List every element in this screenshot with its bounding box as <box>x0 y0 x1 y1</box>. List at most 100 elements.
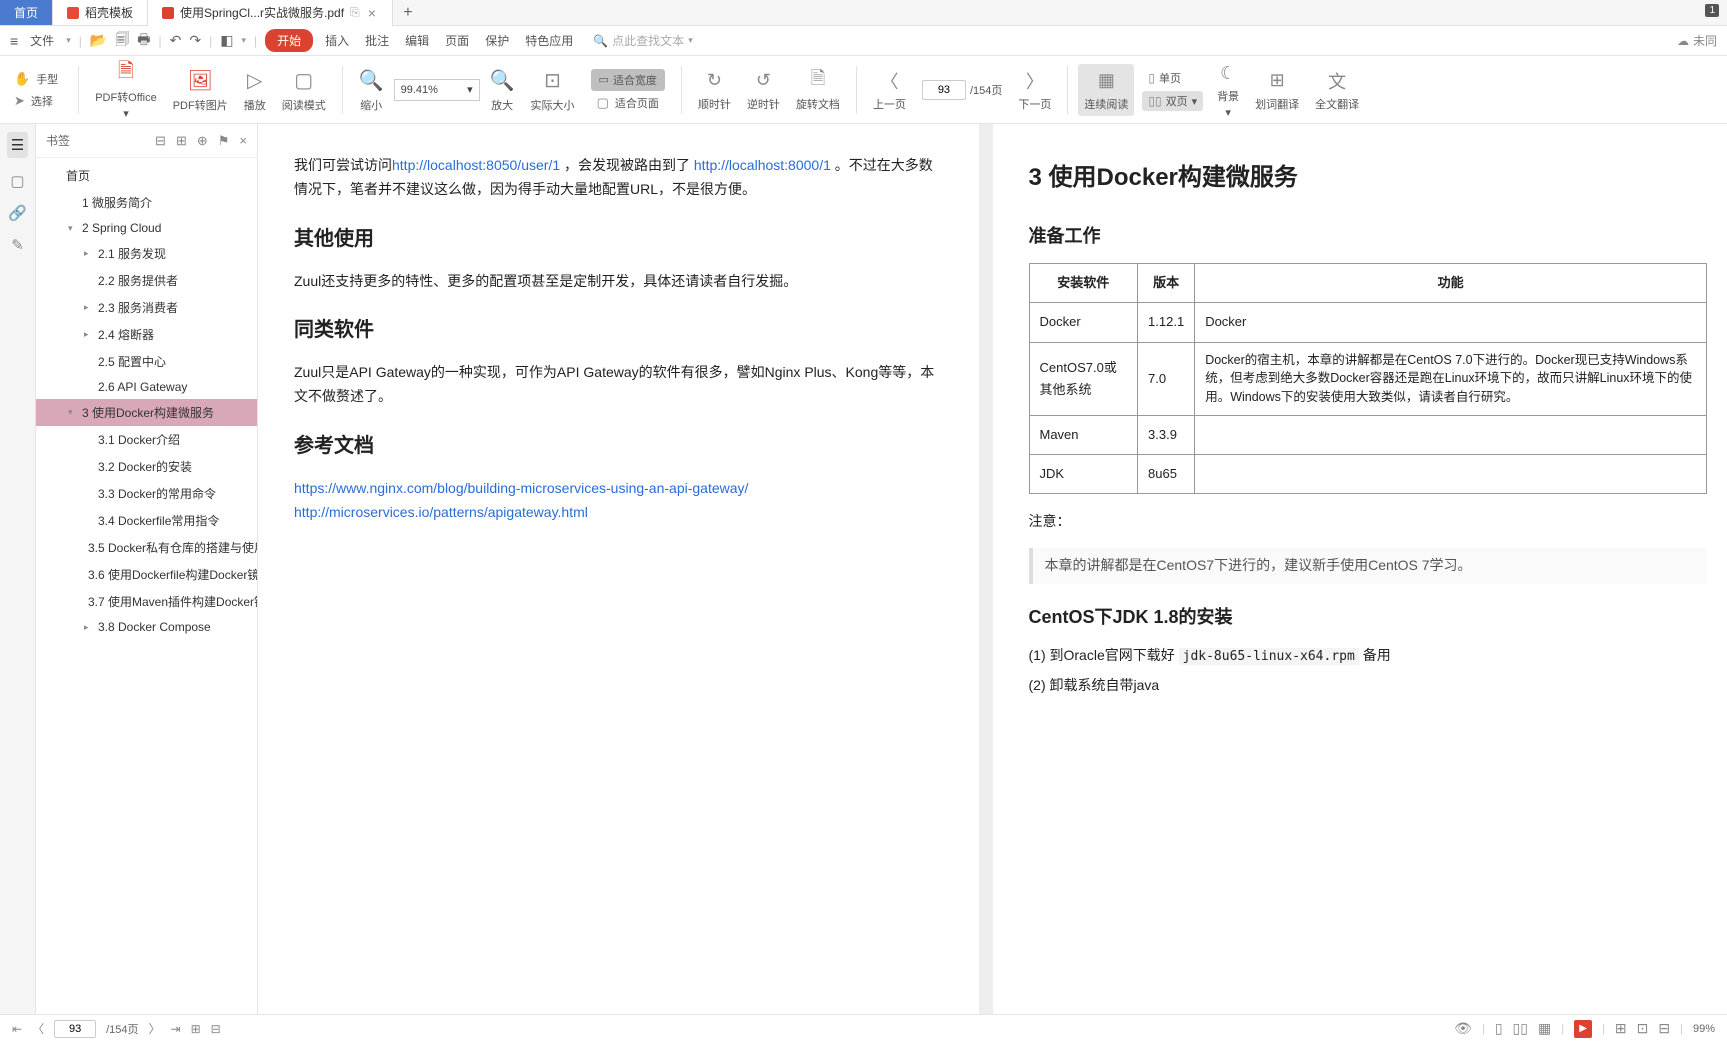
redo-icon[interactable]: ↷ <box>189 32 201 49</box>
misc-icon[interactable]: ◧ <box>220 32 233 49</box>
background[interactable]: ☾背景▾ <box>1211 60 1245 119</box>
hand-icon: ✋ <box>14 71 30 87</box>
cloud-sync[interactable]: ☁ 未同 <box>1677 32 1717 49</box>
bookmark-item[interactable]: 3.7 使用Maven插件构建Docker镜像 <box>36 588 257 615</box>
prev-page-icon[interactable]: 〈 <box>32 1020 44 1037</box>
double-page[interactable]: ▯▯双页▾ <box>1142 91 1203 111</box>
status-page-input[interactable] <box>54 1020 96 1038</box>
tab-pin-icon[interactable]: ⎘ <box>350 5 360 20</box>
close-icon[interactable]: × <box>366 5 378 21</box>
comments-icon[interactable]: ✎ <box>11 236 24 254</box>
add-bookmark-icon[interactable]: ⊕ <box>197 133 208 149</box>
layout-c-icon[interactable]: ⊟ <box>1658 1020 1670 1037</box>
menu-special[interactable]: 特色应用 <box>521 32 577 49</box>
bookmark-item[interactable]: ▸2.3 服务消费者 <box>36 294 257 321</box>
last-page-icon[interactable]: ⇥ <box>171 1022 181 1036</box>
layout-a-icon[interactable]: ⊞ <box>1615 1020 1627 1037</box>
menu-insert[interactable]: 插入 <box>321 32 353 49</box>
open-icon[interactable]: 📂 <box>90 32 107 49</box>
rotate-doc[interactable]: 🗎旋转文档 <box>790 68 846 112</box>
start-button[interactable]: 开始 <box>265 29 313 52</box>
menu-protect[interactable]: 保护 <box>481 32 513 49</box>
bookmark-item[interactable]: ▸2.4 熔断器 <box>36 321 257 348</box>
bookmark-item[interactable]: ▾2 Spring Cloud <box>36 216 257 240</box>
menu-edit[interactable]: 编辑 <box>401 32 433 49</box>
hamburger-icon[interactable]: ≡ <box>10 33 18 49</box>
select-tool[interactable]: ➤选择 <box>14 93 53 109</box>
rotate-ccw[interactable]: ↺逆时针 <box>741 68 786 112</box>
search-box[interactable]: 🔍 点此查找文本 ▾ <box>593 32 693 49</box>
bookmark-item[interactable]: 首页 <box>36 162 257 189</box>
bookmark-item[interactable]: 3.2 Docker的安装 <box>36 453 257 480</box>
expand-icon[interactable]: ⊞ <box>176 133 187 149</box>
bookmark-item[interactable]: 2.2 服务提供者 <box>36 267 257 294</box>
bookmark-item[interactable]: 2.6 API Gateway <box>36 375 257 399</box>
view-mode-3-icon[interactable]: ▦ <box>1538 1020 1551 1037</box>
bookmark-label: 3.6 使用Dockerfile构建Docker镜像 <box>88 566 257 583</box>
undo-icon[interactable]: ↶ <box>170 32 182 49</box>
document-viewport[interactable]: 我们可尝试访问http://localhost:8050/user/1 ，会发现… <box>258 124 1727 1014</box>
bookmark-item[interactable]: ▸2.1 服务发现 <box>36 240 257 267</box>
single-page[interactable]: ▯单页 <box>1142 68 1203 88</box>
rotate-cw[interactable]: ↻顺时针 <box>692 68 737 112</box>
bookmark-item[interactable]: 3.6 使用Dockerfile构建Docker镜像 <box>36 561 257 588</box>
bookmark-item[interactable]: 2.5 配置中心 <box>36 348 257 375</box>
link[interactable]: https://www.nginx.com/blog/building-micr… <box>294 480 748 496</box>
eye-icon[interactable]: 👁 <box>1454 1020 1472 1037</box>
notification-badge[interactable]: 1 <box>1705 4 1719 17</box>
bookmark-item[interactable]: 3.1 Docker介绍 <box>36 426 257 453</box>
read-mode[interactable]: ▢阅读模式 <box>276 56 332 123</box>
status-zoom[interactable]: 99% <box>1693 1023 1715 1035</box>
view-mode-1-icon[interactable]: ▯ <box>1495 1020 1503 1037</box>
line-translate[interactable]: ⊞划词翻译 <box>1249 68 1305 112</box>
link[interactable]: http://localhost:8000/1 <box>694 157 831 173</box>
menu-annotate[interactable]: 批注 <box>361 32 393 49</box>
link[interactable]: http://localhost:8050/user/1 <box>392 157 560 173</box>
bookmark-item[interactable]: 1 微服务简介 <box>36 189 257 216</box>
file-menu[interactable]: 文件 <box>26 32 58 49</box>
attachments-icon[interactable]: 🔗 <box>8 204 27 222</box>
thumbnails-icon[interactable]: ▢ <box>10 172 24 190</box>
zoom-out[interactable]: 🔍缩小 <box>353 56 390 123</box>
menu-page[interactable]: 页面 <box>441 32 473 49</box>
collapse-icon[interactable]: ⊟ <box>155 133 166 149</box>
bookmark-item[interactable]: ▾3 使用Docker构建微服务 <box>36 399 257 426</box>
separator: | <box>254 34 257 48</box>
tab-template[interactable]: 稻壳模板 <box>53 0 148 25</box>
close-sidebar-icon[interactable]: × <box>239 133 247 148</box>
first-page-icon[interactable]: ⇤ <box>12 1022 22 1036</box>
prev-page[interactable]: 〈上一页 <box>867 68 912 112</box>
view-mode-2-icon[interactable]: ▯▯ <box>1513 1020 1528 1037</box>
continuous-read[interactable]: ▦连续阅读 <box>1078 64 1134 116</box>
bookmark-item[interactable]: ▸3.8 Docker Compose <box>36 615 257 639</box>
bookmark-item[interactable]: 3.4 Dockerfile常用指令 <box>36 507 257 534</box>
next-page-icon[interactable]: 〉 <box>149 1020 161 1037</box>
link[interactable]: http://microservices.io/patterns/apigate… <box>294 504 588 520</box>
layout-b-icon[interactable]: ⊡ <box>1637 1020 1649 1037</box>
zoom-in[interactable]: 🔍放大 <box>484 56 521 123</box>
actual-size[interactable]: ⊡实际大小 <box>525 56 581 123</box>
pdf-to-image[interactable]: 🖼PDF转图片 <box>167 56 234 123</box>
remove-page-icon[interactable]: ⊟ <box>211 1022 221 1036</box>
add-page-icon[interactable]: ⊞ <box>191 1022 201 1036</box>
next-page[interactable]: 〉下一页 <box>1012 68 1057 112</box>
hand-tool[interactable]: ✋手型 <box>14 71 58 87</box>
bookmark-item[interactable]: 3.5 Docker私有仓库的搭建与使用 <box>36 534 257 561</box>
page-input[interactable] <box>922 80 966 100</box>
play-button[interactable]: ▷播放 <box>238 56 272 123</box>
save-icon[interactable]: 🗐 <box>115 29 129 53</box>
print-icon[interactable]: 🖶 <box>137 29 150 53</box>
paragraph: Zuul只是API Gateway的一种实现，可作为API Gateway的软件… <box>294 361 943 409</box>
play-slideshow-icon[interactable]: ▶ <box>1574 1020 1592 1038</box>
tab-home[interactable]: 首页 <box>0 0 53 25</box>
full-translate[interactable]: 文全文翻译 <box>1309 68 1365 112</box>
bookmark-flag-icon[interactable]: ⚑ <box>218 133 230 149</box>
pdf-to-office[interactable]: 🗎PDF转Office▾ <box>89 56 163 123</box>
bookmarks-icon[interactable]: ☰ <box>7 132 28 158</box>
fit-width[interactable]: ▭适合宽度 <box>591 69 665 91</box>
fit-page[interactable]: ▢适合页面 <box>597 95 659 111</box>
new-tab-button[interactable]: + <box>393 0 423 25</box>
zoom-combo[interactable]: 99.41%▾ <box>394 79 480 101</box>
tab-document[interactable]: 使用SpringCl...r实战微服务.pdf ⎘ × <box>148 0 393 25</box>
bookmark-item[interactable]: 3.3 Docker的常用命令 <box>36 480 257 507</box>
